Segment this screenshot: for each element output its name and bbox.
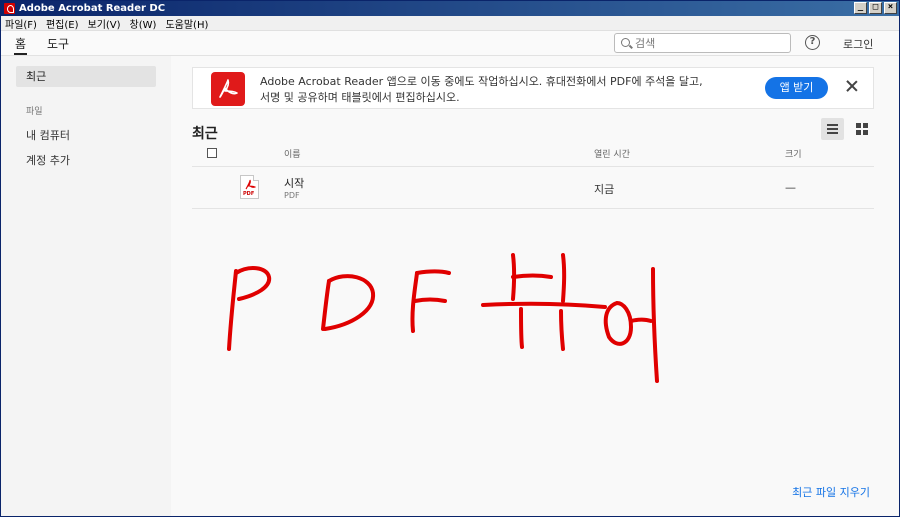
column-name[interactable]: 이름 [284, 147, 301, 160]
column-size[interactable]: 크기 [785, 147, 802, 160]
search-input[interactable] [635, 36, 785, 50]
promo-banner: Adobe Acrobat Reader 앱으로 이동 중에도 작업하십시오. … [192, 67, 874, 109]
title-bar: Adobe Acrobat Reader DC _ □ × [1, 1, 899, 16]
minimize-button[interactable]: _ [854, 2, 867, 14]
menu-help[interactable]: 도움말(H) [165, 16, 208, 31]
acrobat-app-icon [4, 3, 15, 14]
menu-edit[interactable]: 편집(E) [46, 16, 79, 31]
banner-line-2: 서명 및 공유하며 태블릿에서 편집하십시오. [260, 91, 460, 104]
table-row[interactable]: PDF 시작 PDF 지금 — [192, 167, 874, 209]
get-app-button[interactable]: 앱 받기 [765, 77, 828, 99]
tab-home[interactable]: 홈 [13, 35, 28, 55]
file-size: — [785, 181, 796, 194]
sidebar: 최근 파일 내 컴퓨터 계정 추가 [1, 56, 171, 516]
login-button[interactable]: 로그인 [843, 36, 873, 52]
page-title: 최근 [192, 126, 218, 142]
close-icon[interactable] [845, 79, 859, 93]
pdf-file-icon: PDF [240, 175, 259, 199]
banner-text: Adobe Acrobat Reader 앱으로 이동 중에도 작업하십시오. … [260, 74, 750, 106]
acrobat-logo-icon [211, 72, 245, 106]
sidebar-item-my-computer[interactable]: 내 컴퓨터 [26, 127, 70, 143]
menu-bar: 파일(F) 편집(E) 보기(V) 창(W) 도움말(H) [1, 16, 899, 31]
tab-tools[interactable]: 도구 [47, 35, 69, 52]
menu-window[interactable]: 창(W) [130, 16, 157, 31]
close-window-button[interactable]: × [884, 2, 897, 14]
window-title: Adobe Acrobat Reader DC [19, 3, 166, 14]
help-icon[interactable]: ? [805, 35, 820, 50]
list-view-icon[interactable] [821, 118, 844, 140]
select-all-checkbox[interactable] [207, 148, 217, 158]
file-opened: 지금 [594, 183, 615, 196]
handwritten-scribble [227, 253, 659, 383]
grid-view-icon[interactable] [851, 118, 873, 140]
menu-view[interactable]: 보기(V) [88, 16, 121, 31]
table-header: 이름 열린 시간 크기 [192, 144, 874, 167]
clear-recent-files-link[interactable]: 최근 파일 지우기 [792, 484, 870, 500]
main-content: Adobe Acrobat Reader 앱으로 이동 중에도 작업하십시오. … [171, 56, 899, 516]
column-opened[interactable]: 열린 시간 [594, 147, 630, 160]
search-icon [621, 38, 630, 47]
banner-line-1: Adobe Acrobat Reader 앱으로 이동 중에도 작업하십시오. … [260, 75, 703, 88]
window-controls: _ □ × [854, 2, 897, 14]
search-box[interactable] [614, 33, 791, 53]
sidebar-heading-files: 파일 [26, 107, 43, 117]
maximize-button[interactable]: □ [869, 2, 882, 14]
menu-file[interactable]: 파일(F) [5, 16, 37, 31]
top-nav: 홈 도구 ? 로그인 [1, 31, 899, 56]
file-type: PDF [284, 191, 300, 200]
app-window: Adobe Acrobat Reader DC _ □ × 파일(F) 편집(E… [0, 0, 900, 517]
sidebar-item-recent[interactable]: 최근 [16, 66, 156, 87]
sidebar-item-add-account[interactable]: 계정 추가 [26, 152, 70, 168]
file-name: 시작 [284, 177, 305, 190]
